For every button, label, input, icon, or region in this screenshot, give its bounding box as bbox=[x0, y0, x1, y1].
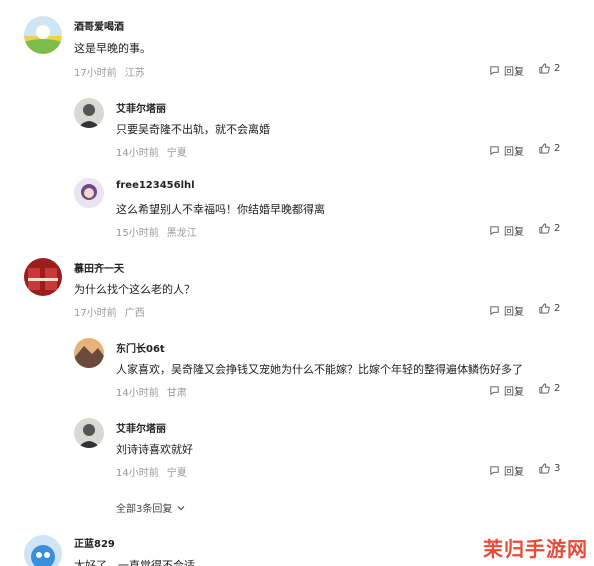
comment-bubble-icon bbox=[490, 226, 499, 236]
comment-location: 宁夏 bbox=[166, 148, 187, 159]
comment-time: 17小时前 bbox=[74, 68, 117, 79]
reply-item: 艾菲尔塔丽 刘诗诗喜欢就好 14小时前 宁夏 回复 3 bbox=[0, 410, 594, 490]
reply-button[interactable]: 回复 bbox=[489, 143, 524, 158]
comment-location: 宁夏 bbox=[166, 468, 187, 479]
avatar[interactable] bbox=[74, 338, 104, 368]
like-button[interactable]: 2 bbox=[539, 63, 560, 74]
comment-text: 只要吴奇隆不出轨，就不会离婚 bbox=[116, 123, 270, 136]
comment-bubble-icon bbox=[490, 306, 499, 316]
thumbs-up-icon bbox=[539, 303, 550, 314]
avatar[interactable] bbox=[74, 178, 104, 208]
reply-button[interactable]: 回复 bbox=[489, 63, 524, 78]
comment-location: 广西 bbox=[124, 308, 145, 319]
comment-bubble-icon bbox=[490, 146, 499, 156]
comment-meta: 14小时前 宁夏 bbox=[116, 144, 187, 159]
comment-location: 黑龙江 bbox=[166, 228, 197, 239]
avatar[interactable] bbox=[74, 98, 104, 128]
like-button[interactable]: 2 bbox=[539, 303, 560, 314]
comment-location: 江苏 bbox=[124, 68, 145, 79]
comment-text: 这是早晚的事。 bbox=[74, 42, 151, 55]
reply-item: free123456lhl 这么希望别人不幸福吗！你结婚早晚都得离 15小时前黑… bbox=[0, 170, 594, 250]
thumbs-up-icon bbox=[539, 143, 550, 154]
reply-button[interactable]: 回复 bbox=[489, 303, 524, 318]
comment-username[interactable]: 艾菲尔塔丽 bbox=[116, 420, 166, 435]
comment-meta: 17小时前 广西 bbox=[74, 304, 145, 319]
watermark: 茉归手游网 bbox=[483, 537, 588, 561]
comment-bubble-icon bbox=[490, 466, 499, 476]
comment-time: 17小时前 bbox=[74, 308, 117, 319]
comment-item: 酒哥爱喝酒 这是早晚的事。 17小时前 江苏 回复 2 bbox=[0, 0, 594, 90]
comment-meta: 17小时前 江苏 bbox=[74, 64, 145, 79]
like-button[interactable]: 2 bbox=[539, 383, 560, 394]
thumbs-up-icon bbox=[539, 383, 550, 394]
comment-username[interactable]: 酒哥爱喝酒 bbox=[74, 18, 124, 33]
comment-text: 太好了，一直觉得不合适 bbox=[74, 559, 195, 566]
expand-replies-button[interactable]: 全部3条回复 bbox=[116, 500, 186, 515]
comment-username[interactable]: free123456lhl bbox=[116, 180, 195, 191]
comment-username[interactable]: 东门长06t bbox=[116, 340, 165, 355]
comment-text: 刘诗诗喜欢就好 bbox=[116, 443, 193, 456]
comment-location: 甘肃 bbox=[166, 388, 187, 399]
thumbs-up-icon bbox=[539, 63, 550, 74]
comment-username[interactable]: 艾菲尔塔丽 bbox=[116, 100, 166, 115]
expand-replies-label: 全部3条回复 bbox=[116, 504, 173, 515]
comment-bubble-icon bbox=[490, 66, 499, 76]
thumbs-up-icon bbox=[539, 463, 550, 474]
like-button[interactable]: 2 bbox=[539, 143, 560, 154]
comment-meta: 14小时前 宁夏 bbox=[116, 464, 187, 479]
comment-item: 慕田齐一天 为什么找个这么老的人？ 17小时前 广西 回复 2 bbox=[0, 250, 594, 330]
comment-username[interactable]: 慕田齐一天 bbox=[74, 260, 124, 275]
avatar[interactable] bbox=[24, 258, 62, 296]
comment-username[interactable]: 正蓝829 bbox=[74, 535, 115, 550]
comment-time: 14小时前 bbox=[116, 388, 159, 399]
comment-bubble-icon bbox=[490, 386, 499, 396]
comment-meta: 14小时前 甘肃 bbox=[116, 384, 187, 399]
reply-button[interactable]: 回复 bbox=[489, 383, 524, 398]
reply-button[interactable]: 回复 bbox=[489, 463, 524, 478]
reply-button[interactable]: 回复 bbox=[489, 223, 524, 238]
like-button[interactable]: 2 bbox=[539, 223, 560, 234]
comment-text: 为什么找个这么老的人？ bbox=[74, 283, 195, 296]
comment-meta: 15小时前 黑龙江 bbox=[116, 224, 197, 239]
thumbs-up-icon bbox=[539, 223, 550, 234]
comment-time: 14小时前 bbox=[116, 468, 159, 479]
avatar[interactable] bbox=[74, 418, 104, 448]
avatar[interactable] bbox=[24, 535, 62, 566]
comment-time: 15小时前 bbox=[116, 228, 159, 239]
comment-text: 人家喜欢，吴奇隆又会挣钱又宠她为什么不能嫁？比嫁个年轻的整得遍体鳞伤好多了 bbox=[116, 363, 523, 376]
like-button[interactable]: 3 bbox=[539, 463, 560, 474]
reply-item: 艾菲尔塔丽 只要吴奇隆不出轨，就不会离婚 14小时前 宁夏 回复 2 bbox=[0, 90, 594, 170]
comment-text: 这么希望别人不幸福吗！你结婚早晚都得离 bbox=[116, 203, 325, 216]
chevron-down-icon bbox=[177, 505, 185, 510]
reply-item: 东门长06t 人家喜欢，吴奇隆又会挣钱又宠她为什么不能嫁？比嫁个年轻的整得遍体鳞… bbox=[0, 330, 594, 410]
avatar[interactable] bbox=[24, 16, 62, 54]
comment-time: 14小时前 bbox=[116, 148, 159, 159]
